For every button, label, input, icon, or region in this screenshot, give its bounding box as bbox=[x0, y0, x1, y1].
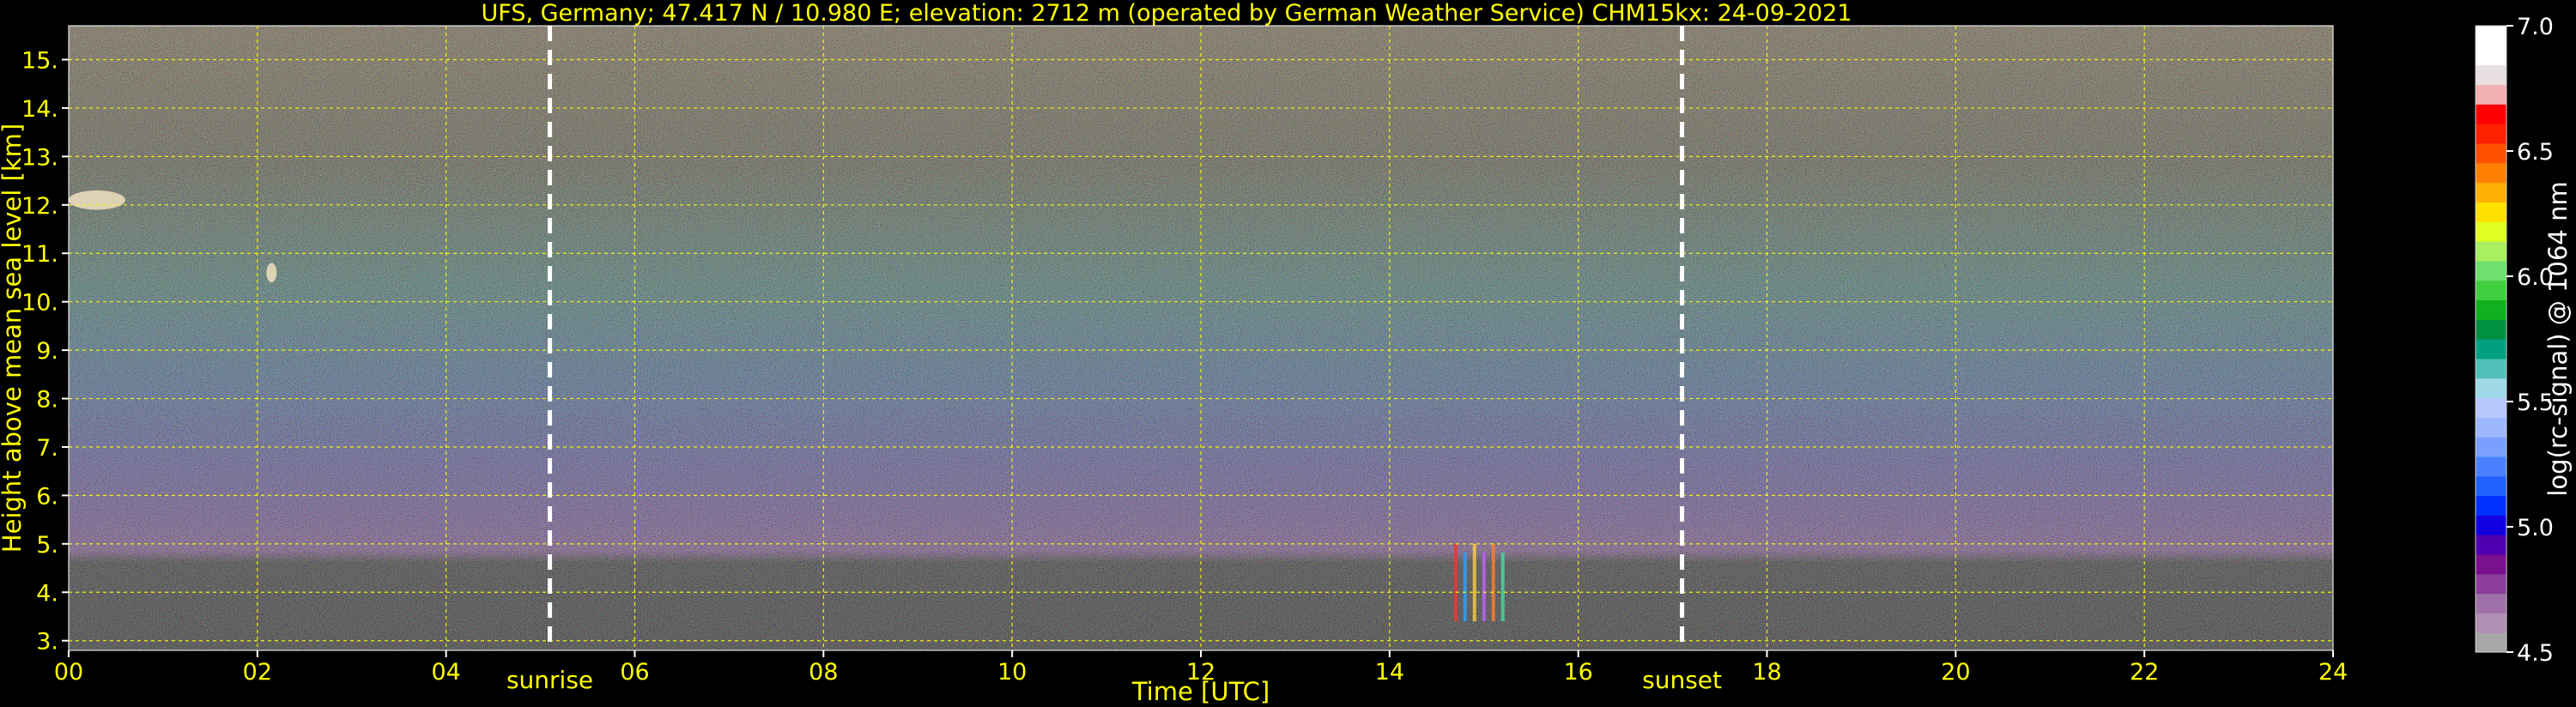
x-tick-label: 06 bbox=[620, 659, 649, 686]
colorbar-segment bbox=[2476, 240, 2506, 262]
precipitation-streaks-mark bbox=[1463, 552, 1467, 622]
x-tick-label: 00 bbox=[54, 659, 83, 686]
colorbar-segment bbox=[2476, 378, 2506, 399]
colorbar-segment bbox=[2476, 260, 2506, 281]
precipitation-streaks-mark bbox=[1472, 543, 1476, 622]
colorbar-label: log(rc-signal) @ 1064 nm bbox=[2543, 181, 2573, 496]
colorbar-segment bbox=[2476, 593, 2506, 613]
x-tick-label: 14 bbox=[1375, 659, 1404, 686]
colorbar-segment bbox=[2476, 64, 2506, 86]
x-tick-label: 02 bbox=[243, 659, 272, 686]
y-tick-label: 8. bbox=[36, 387, 58, 414]
y-tick-label: 10. bbox=[21, 290, 58, 317]
x-tick-label: 22 bbox=[2130, 659, 2159, 686]
cloud-fragment-mark bbox=[266, 263, 277, 283]
colorbar-segment bbox=[2476, 495, 2506, 516]
colorbar-segment bbox=[2476, 280, 2506, 300]
x-tick-label: 24 bbox=[2318, 659, 2348, 686]
colorbar-segment bbox=[2476, 397, 2506, 418]
colorbar-segment bbox=[2476, 475, 2506, 497]
colorbar-segment bbox=[2476, 632, 2506, 653]
y-tick-label: 14. bbox=[21, 96, 58, 123]
colorbar-segment bbox=[2476, 553, 2506, 575]
y-tick-label: 11. bbox=[21, 241, 58, 268]
precipitation-streaks-mark bbox=[1500, 552, 1505, 622]
colorbar-tick-label: 6.5 bbox=[2517, 139, 2554, 166]
cirrus-cloud-mark bbox=[69, 190, 125, 210]
colorbar-segment bbox=[2476, 202, 2506, 222]
y-tick-label: 4. bbox=[36, 580, 58, 607]
precipitation-streaks-mark bbox=[1482, 552, 1486, 622]
colorbar-segment bbox=[2476, 339, 2506, 360]
chart: UFS, Germany; 47.417 N / 10.980 E; eleva… bbox=[0, 0, 2573, 706]
colorbar-segment bbox=[2476, 515, 2506, 535]
colorbar-segment bbox=[2476, 182, 2506, 202]
y-tick-label: 7. bbox=[36, 435, 58, 462]
colorbar-segment bbox=[2476, 45, 2506, 66]
sunset-label: sunset bbox=[1642, 666, 1722, 694]
x-tick-label: 20 bbox=[1941, 659, 1970, 686]
sunrise-label: sunrise bbox=[506, 666, 593, 694]
colorbar-segment bbox=[2476, 221, 2506, 242]
x-axis-label: Time [UTC] bbox=[1131, 677, 1270, 706]
precipitation-streaks-mark bbox=[1453, 543, 1458, 622]
colorbar: 4.55.05.56.06.57.0 bbox=[2475, 14, 2554, 667]
colorbar-segment bbox=[2476, 124, 2506, 144]
x-tick-label: 18 bbox=[1752, 659, 1781, 686]
x-tick-label: 16 bbox=[1563, 659, 1592, 686]
colorbar-segment bbox=[2476, 437, 2506, 457]
colorbar-segment bbox=[2476, 142, 2506, 164]
chart-title: UFS, Germany; 47.417 N / 10.980 E; eleva… bbox=[482, 0, 1852, 27]
ceilometer-figure: UFS, Germany; 47.417 N / 10.980 E; eleva… bbox=[0, 0, 2576, 707]
precipitation-streaks-mark bbox=[1491, 543, 1495, 622]
colorbar-segment bbox=[2476, 535, 2506, 555]
colorbar-tick-label: 7.0 bbox=[2517, 14, 2554, 40]
colorbar-segment bbox=[2476, 299, 2506, 320]
y-tick-label: 3. bbox=[36, 629, 58, 656]
colorbar-segment bbox=[2476, 358, 2506, 379]
colorbar-segment bbox=[2476, 456, 2506, 477]
y-tick-label: 15. bbox=[21, 48, 58, 75]
colorbar-segment bbox=[2476, 417, 2506, 438]
colorbar-segment bbox=[2476, 613, 2506, 633]
colorbar-segment bbox=[2476, 26, 2506, 46]
y-tick-label: 9. bbox=[36, 338, 58, 365]
x-tick-label: 08 bbox=[809, 659, 838, 686]
y-tick-label: 13. bbox=[21, 144, 58, 171]
plot-area bbox=[69, 26, 2333, 650]
x-tick-label: 10 bbox=[997, 659, 1027, 686]
colorbar-tick-label: 5.0 bbox=[2517, 515, 2554, 541]
x-tick-label: 04 bbox=[431, 659, 460, 686]
colorbar-segment bbox=[2476, 84, 2506, 105]
colorbar-tick-label: 4.5 bbox=[2517, 640, 2554, 667]
y-tick-label: 6. bbox=[36, 483, 58, 510]
colorbar-segment bbox=[2476, 319, 2506, 340]
y-tick-label: 12. bbox=[21, 193, 58, 220]
event-labels: sunrise sunset bbox=[506, 666, 1722, 694]
colorbar-segment bbox=[2476, 573, 2506, 595]
colorbar-segment bbox=[2476, 104, 2506, 124]
y-axis-label: Height above mean sea level [km] bbox=[0, 124, 27, 553]
colorbar-segment bbox=[2476, 162, 2506, 184]
y-tick-label: 5. bbox=[36, 532, 58, 559]
y-axis: 3. 4. 5. 6. 7. 8. 9. 10. 11. 12. 13. 14. 15. bbox=[21, 48, 69, 656]
